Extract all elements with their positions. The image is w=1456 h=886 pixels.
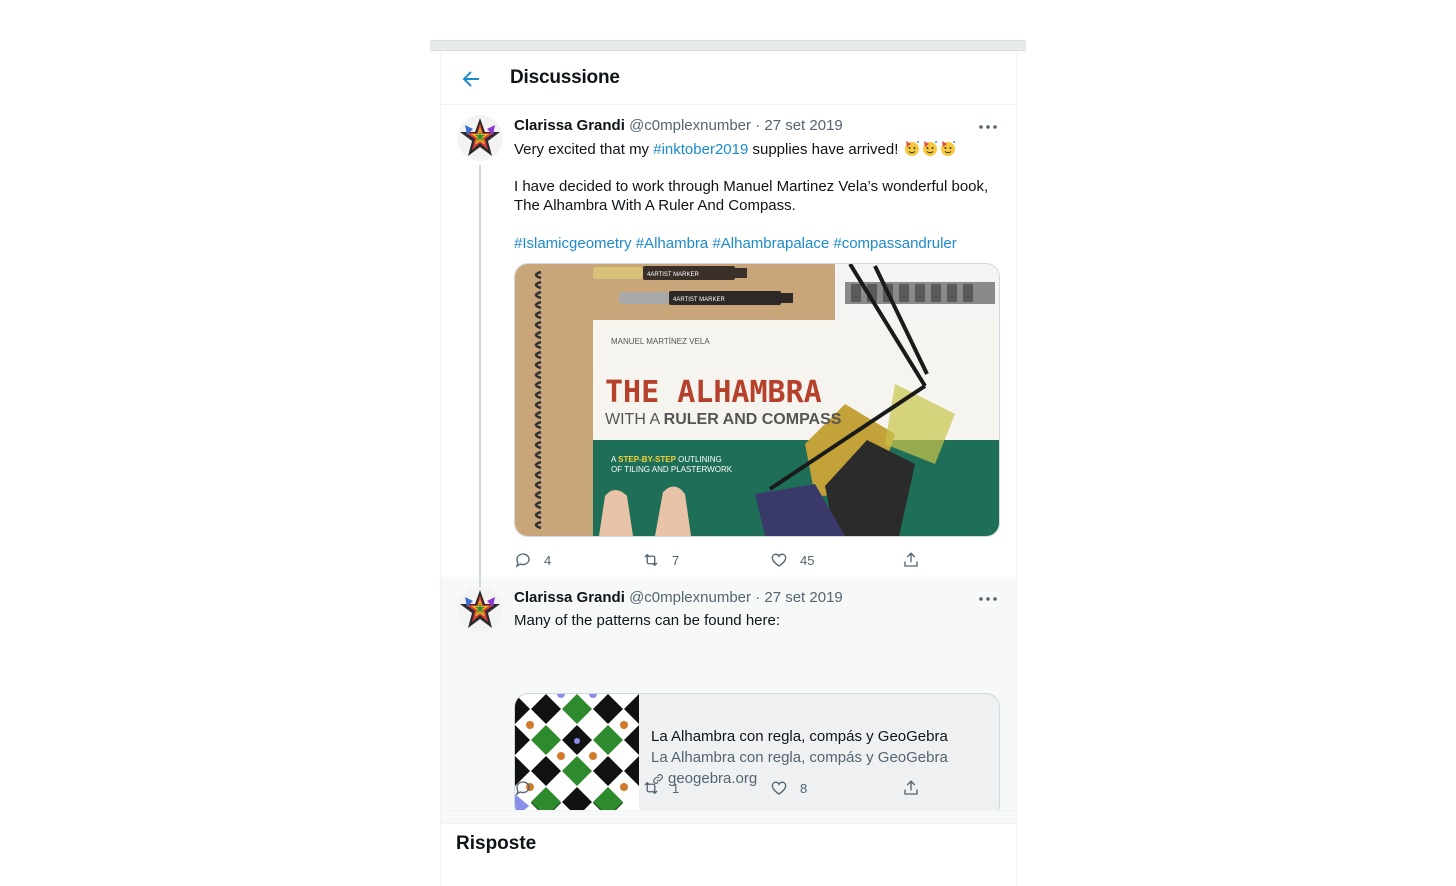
author-handle[interactable]: @c0mplexnumber [629,117,751,134]
tile-pattern-thumbnail [515,694,639,818]
cover-tagline: A STEP-BY-STEP OUTLINING [611,455,722,464]
cover-subtitle: WITH A RULER AND COMPASS [605,411,842,428]
more-dots-icon [979,125,997,129]
reply-count: 4 [544,552,552,568]
cover-title: THE ALHAMBRA [605,375,822,410]
tweet[interactable]: Clarissa Grandi @c0mplexnumber · 27 set … [441,105,1016,639]
tweet[interactable]: Clarissa Grandi @c0mplexnumber · 27 set … [441,577,1016,819]
book-photo-image: MANUEL MARTÍNEZ VELA THE ALHAMBRA WITH A… [515,264,999,536]
avatar-star-image [457,587,503,633]
link-preview-card[interactable]: La Alhambra con regla, compás y GeoGebra… [514,693,1000,819]
avatar-star-image [457,115,503,161]
retweet-button[interactable]: 7 [642,550,679,570]
reply-button[interactable]: 4 [514,550,551,570]
tweet-text-paragraph: I have decided to work through Manuel Ma… [514,177,988,215]
replies-heading: Risposte [456,833,537,854]
marker-label: 4ARTIST MARKER [647,272,699,278]
more-dots-icon [979,597,997,601]
back-button[interactable] [459,67,483,91]
author-handle[interactable]: @c0mplexnumber [629,589,751,606]
like-count: 45 [800,552,815,568]
marker-label: 4ARTIST MARKER [673,297,725,303]
page-title: Discussione [510,67,620,88]
tweet-text: Very excited that my [514,141,654,158]
tweet-meta: Clarissa Grandi @c0mplexnumber · 27 set … [514,589,843,606]
hashtag-link[interactable]: #Alhambra [636,235,709,252]
thread-line [479,577,481,587]
tweet-actions: 4 7 45 [514,550,934,570]
heart-icon [771,553,787,567]
like-button[interactable]: 45 [770,550,814,570]
more-options-button[interactable] [976,587,1000,611]
retweet-button[interactable]: 1 [642,778,679,798]
conversation-header: Discussione [441,52,1016,105]
party-face-emoji-icon [939,139,957,162]
hashtag-link[interactable]: #Alhambrapalace [712,235,829,252]
window-top-bar [430,40,1026,51]
share-button[interactable] [902,550,920,570]
hashtag-link[interactable]: #compassandruler [833,235,956,252]
tweet-actions: 1 8 [514,778,934,798]
cover-tag-a: A [611,455,617,464]
tweet-text: I have decided to work through Manuel Ma… [514,178,989,195]
hashtag-link[interactable]: #Islamicgeometry [514,235,632,252]
party-face-emoji-icon [921,139,939,162]
reply-bubble-icon [515,553,530,568]
author-name[interactable]: Clarissa Grandi [514,589,625,606]
retweet-icon [644,781,658,795]
cover-tagline-2: OF TILING AND PLASTERWORK [611,465,733,474]
cover-author: MANUEL MARTÍNEZ VELA [611,337,710,346]
like-count: 8 [800,780,808,796]
tweet-date[interactable]: 27 set 2019 [764,589,842,606]
hashtag-link[interactable]: #inktober2019 [653,141,748,158]
retweet-count: 7 [672,552,680,568]
card-title: La Alhambra con regla, compás y GeoGebra [651,728,948,745]
arrow-left-icon [462,71,479,87]
share-upload-icon [904,552,918,567]
section-divider [441,810,1016,824]
party-face-emoji-icon [903,139,921,162]
conversation-panel: Discussione Clarissa Grandi @c0mplexnumb… [440,52,1017,886]
hashtag-list: #Islamicgeometry #Alhambra #Alhambrapala… [514,234,957,253]
heart-icon [771,781,787,795]
avatar[interactable] [457,587,503,633]
tweet-text: The Alhambra With A Ruler And Compass. [514,197,796,214]
like-button[interactable]: 8 [770,778,807,798]
tweet-text: Many of the patterns can be found here: [514,612,781,629]
avatar[interactable] [457,115,503,161]
tweet-text: supplies have arrived! [748,141,899,158]
reply-bubble-icon [515,781,530,796]
cover-subtitle-pre: WITH A [605,411,664,428]
author-name[interactable]: Clarissa Grandi [514,117,625,134]
share-button[interactable] [902,778,920,798]
cover-tag-step: STEP-BY-STEP [618,455,676,464]
cover-subtitle-bold: RULER AND COMPASS [664,411,842,428]
reply-button[interactable] [514,778,544,798]
tweet-date[interactable]: 27 set 2019 [764,117,842,134]
cover-tag-rest: OUTLINING [678,455,722,464]
meta-separator: · [755,117,761,134]
tweet-meta: Clarissa Grandi @c0mplexnumber · 27 set … [514,117,843,134]
thread-line [479,165,481,639]
more-options-button[interactable] [976,115,1000,139]
retweet-count: 1 [672,780,680,796]
card-description: La Alhambra con regla, compás y GeoGebra [651,749,948,766]
tweet-text-line1: Very excited that my #inktober2019 suppl… [514,139,957,162]
share-upload-icon [904,780,918,795]
tweet-photo[interactable]: MANUEL MARTÍNEZ VELA THE ALHAMBRA WITH A… [514,263,1000,537]
retweet-icon [644,553,658,567]
meta-separator: · [755,589,761,606]
